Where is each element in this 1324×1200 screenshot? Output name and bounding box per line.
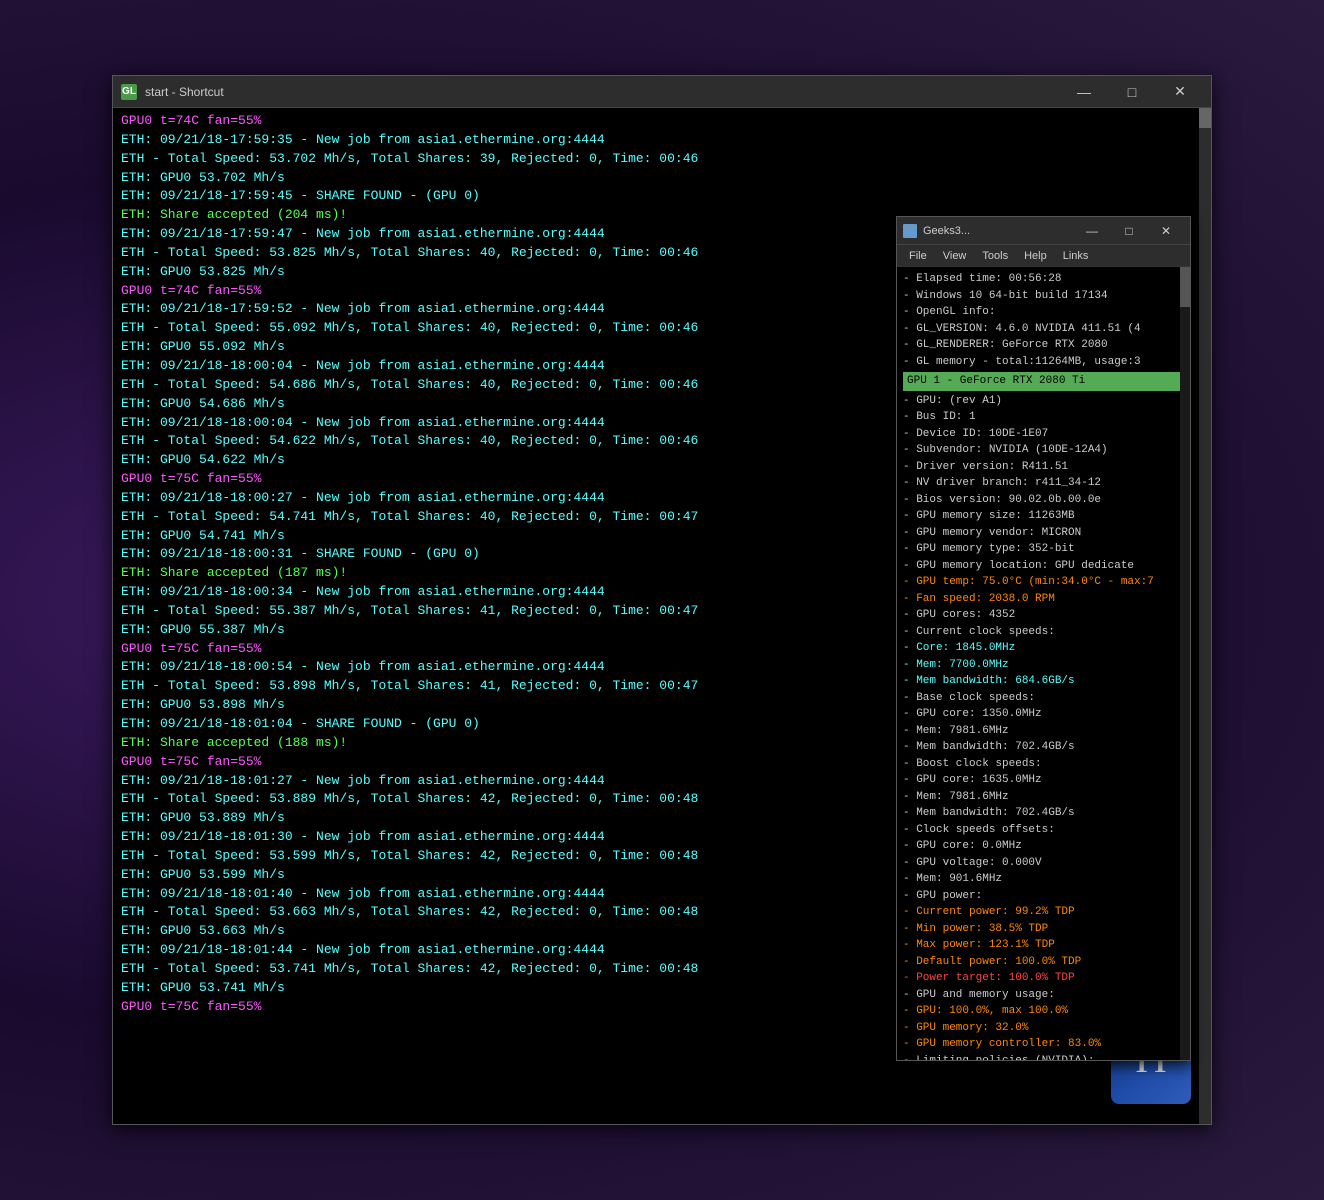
geeks-line: - GPU core: 1635.0MHz: [903, 772, 1184, 789]
geeks-line: - Current clock speeds:: [903, 624, 1184, 641]
geeks-line: - Windows 10 64-bit build 17134: [903, 288, 1184, 305]
terminal-line: ETH: 09/21/18-17:59:45 - SHARE FOUND - (…: [121, 187, 1203, 206]
main-window: GL start - Shortcut — □ ✕ GPU0 t=74C fan…: [112, 75, 1212, 1125]
terminal-line: GPU0 t=74C fan=55%: [121, 112, 1203, 131]
title-bar: GL start - Shortcut — □ ✕: [113, 76, 1211, 108]
geeks-line: - OpenGL info:: [903, 304, 1184, 321]
geeks-line: - Bus ID: 1: [903, 409, 1184, 426]
geeks-icon: [903, 224, 917, 238]
menu-view[interactable]: View: [935, 250, 975, 262]
geeks-line: - GPU and memory usage:: [903, 987, 1184, 1004]
geeks-line: - GPU cores: 4352: [903, 607, 1184, 624]
geeks-line: - Subvendor: NVIDIA (10DE-12A4): [903, 442, 1184, 459]
geeks-line: - GPU memory: 32.0%: [903, 1020, 1184, 1037]
geeks-line: - Elapsed time: 00:56:28: [903, 271, 1184, 288]
geeks-line: - Mem bandwidth: 702.4GB/s: [903, 739, 1184, 756]
geeks-line: - Mem: 7700.0MHz: [903, 657, 1184, 674]
geeks-line: - GPU memory type: 352-bit: [903, 541, 1184, 558]
geeks-titlebar: Geeks3... — □ ✕: [897, 217, 1190, 245]
geeks-line: - GPU temp: 75.0°C (min:34.0°C - max:7: [903, 574, 1184, 591]
geeks-line: - Fan speed: 2038.0 RPM: [903, 591, 1184, 608]
geeks-line: - Base clock speeds:: [903, 690, 1184, 707]
geeks-maximize-button[interactable]: □: [1111, 217, 1147, 245]
geeks-line: - GL_RENDERER: GeForce RTX 2080: [903, 337, 1184, 354]
geeks-line: - GL memory - total:11264MB, usage:3: [903, 354, 1184, 371]
geeks-line: - Clock speeds offsets:: [903, 822, 1184, 839]
geeks-line: - Mem: 7981.6MHz: [903, 723, 1184, 740]
geeks-line: - GL_VERSION: 4.6.0 NVIDIA 411.51 (4: [903, 321, 1184, 338]
window-controls: — □ ✕: [1061, 76, 1203, 108]
geeks-line: - GPU memory location: GPU dedicate: [903, 558, 1184, 575]
geeks-line: - GPU memory size: 11263MB: [903, 508, 1184, 525]
window-title: start - Shortcut: [145, 85, 1061, 99]
geeks-line: - GPU: 100.0%, max 100.0%: [903, 1003, 1184, 1020]
geeks-title: Geeks3...: [923, 225, 1074, 237]
geeks-scroll-thumb[interactable]: [1180, 267, 1190, 307]
menu-links[interactable]: Links: [1055, 250, 1097, 262]
geeks-line: - Power target: 100.0% TDP: [903, 970, 1184, 987]
geeks-line: - NV driver branch: r411_34-12: [903, 475, 1184, 492]
geeks-line: - Current power: 99.2% TDP: [903, 904, 1184, 921]
geeks-line: - Max power: 123.1% TDP: [903, 937, 1184, 954]
geeks-line: - Mem: 7981.6MHz: [903, 789, 1184, 806]
geeks-line: - Boost clock speeds:: [903, 756, 1184, 773]
geeks-line: - Mem: 901.6MHz: [903, 871, 1184, 888]
geeks-line: - Min power: 38.5% TDP: [903, 921, 1184, 938]
terminal-scrollbar[interactable]: [1199, 108, 1211, 1124]
geeks-line: - Driver version: R411.51: [903, 459, 1184, 476]
geeks-menubar: File View Tools Help Links: [897, 245, 1190, 267]
geeks-line: - Mem bandwidth: 684.6GB/s: [903, 673, 1184, 690]
geeks-minimize-button[interactable]: —: [1074, 217, 1110, 245]
geeks-controls: — □ ✕: [1074, 217, 1184, 245]
window-icon: GL: [121, 84, 137, 100]
geeks-close-button[interactable]: ✕: [1148, 217, 1184, 245]
geeks-line: - GPU memory vendor: MICRON: [903, 525, 1184, 542]
gpu-header-line: GPU 1 - GeForce RTX 2080 Ti: [903, 372, 1184, 391]
geeks-line: - Bios version: 90.02.0b.00.0e: [903, 492, 1184, 509]
geeks-line: - Core: 1845.0MHz: [903, 640, 1184, 657]
geeks-line: - Limiting policies (NVIDIA):: [903, 1053, 1184, 1061]
geeks-scrollbar[interactable]: [1180, 267, 1190, 1060]
geeks-line: - GPU memory controller: 83.0%: [903, 1036, 1184, 1053]
terminal-line: ETH: GPU0 53.702 Mh/s: [121, 169, 1203, 188]
geeks-line: - GPU core: 0.0MHz: [903, 838, 1184, 855]
close-button[interactable]: ✕: [1157, 76, 1203, 108]
geeks-line: - Default power: 100.0% TDP: [903, 954, 1184, 971]
terminal-line: ETH - Total Speed: 53.702 Mh/s, Total Sh…: [121, 150, 1203, 169]
minimize-button[interactable]: —: [1061, 76, 1107, 108]
geeks-window: Geeks3... — □ ✕ File View Tools Help Lin…: [896, 216, 1191, 1061]
geeks-line: - GPU core: 1350.0MHz: [903, 706, 1184, 723]
maximize-button[interactable]: □: [1109, 76, 1155, 108]
geeks-line: - Device ID: 10DE-1E07: [903, 426, 1184, 443]
geeks-line: - GPU voltage: 0.000V: [903, 855, 1184, 872]
geeks-line: - GPU: (rev A1): [903, 393, 1184, 410]
geeks-content-lines: - Elapsed time: 00:56:28- Windows 10 64-…: [903, 271, 1184, 1060]
geeks-line: - Mem bandwidth: 702.4GB/s: [903, 805, 1184, 822]
scrollbar-thumb[interactable]: [1199, 108, 1211, 128]
terminal-line: ETH: 09/21/18-17:59:35 - New job from as…: [121, 131, 1203, 150]
menu-tools[interactable]: Tools: [974, 250, 1016, 262]
geeks-line: - GPU power:: [903, 888, 1184, 905]
menu-file[interactable]: File: [901, 250, 935, 262]
menu-help[interactable]: Help: [1016, 250, 1055, 262]
geeks-body: - Elapsed time: 00:56:28- Windows 10 64-…: [897, 267, 1190, 1060]
